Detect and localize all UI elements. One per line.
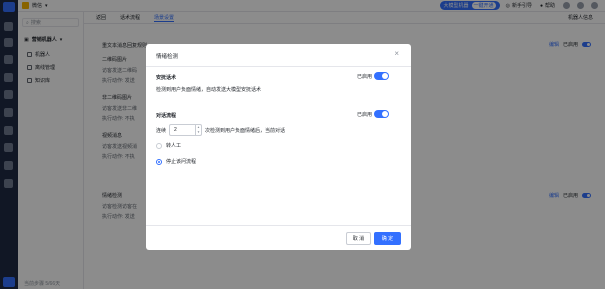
flow-prefix: 连续 xyxy=(156,127,167,134)
soothe-switch[interactable] xyxy=(374,72,389,80)
radio-stop-flow[interactable] xyxy=(156,158,162,165)
soothe-state: 已启用 xyxy=(357,72,389,80)
count-value: 2 xyxy=(174,127,177,133)
option-label: 停止该问流程 xyxy=(166,159,197,165)
option-label: 转人工 xyxy=(166,143,182,149)
flow-title: 对话流程 xyxy=(156,113,177,119)
dialog-header: 情绪检测 × xyxy=(146,44,411,67)
soothe-title: 安抚话术 xyxy=(156,75,177,81)
cancel-button[interactable]: 取 消 xyxy=(346,232,371,245)
dialog-title: 情绪检测 xyxy=(156,54,179,60)
flow-state-label: 已启用 xyxy=(356,111,372,118)
flow-config-row: 连续 2 ▲ ▼ 次检测到用户负面情绪后，当前对话 xyxy=(156,124,285,136)
chevron-down-icon[interactable]: ▼ xyxy=(197,131,200,134)
soothe-description: 检测到用户负面情绪，自动发送大模型安抚话术 xyxy=(156,87,262,93)
close-icon[interactable]: × xyxy=(394,50,399,58)
radio-transfer-human[interactable] xyxy=(156,142,162,149)
count-stepper[interactable]: 2 ▲ ▼ xyxy=(169,124,203,136)
flow-switch[interactable] xyxy=(374,110,389,118)
option-transfer-human[interactable]: 转人工 xyxy=(156,142,181,149)
chevron-up-icon[interactable]: ▲ xyxy=(197,126,200,129)
flow-suffix: 次检测到用户负面情绪后，当前对话 xyxy=(205,127,286,134)
option-stop-flow[interactable]: 停止该问流程 xyxy=(156,158,196,165)
dialog-footer: 取 消 确 定 xyxy=(146,225,411,250)
emotion-detection-dialog: 情绪检测 × 安抚话术 已启用 检测到用户负面情绪，自动发送大模型安抚话术 对话… xyxy=(146,44,411,250)
stepper-arrows[interactable]: ▲ ▼ xyxy=(195,125,201,135)
confirm-button[interactable]: 确 定 xyxy=(374,232,401,245)
soothe-state-label: 已启用 xyxy=(356,73,372,80)
flow-state: 已启用 xyxy=(357,110,389,118)
